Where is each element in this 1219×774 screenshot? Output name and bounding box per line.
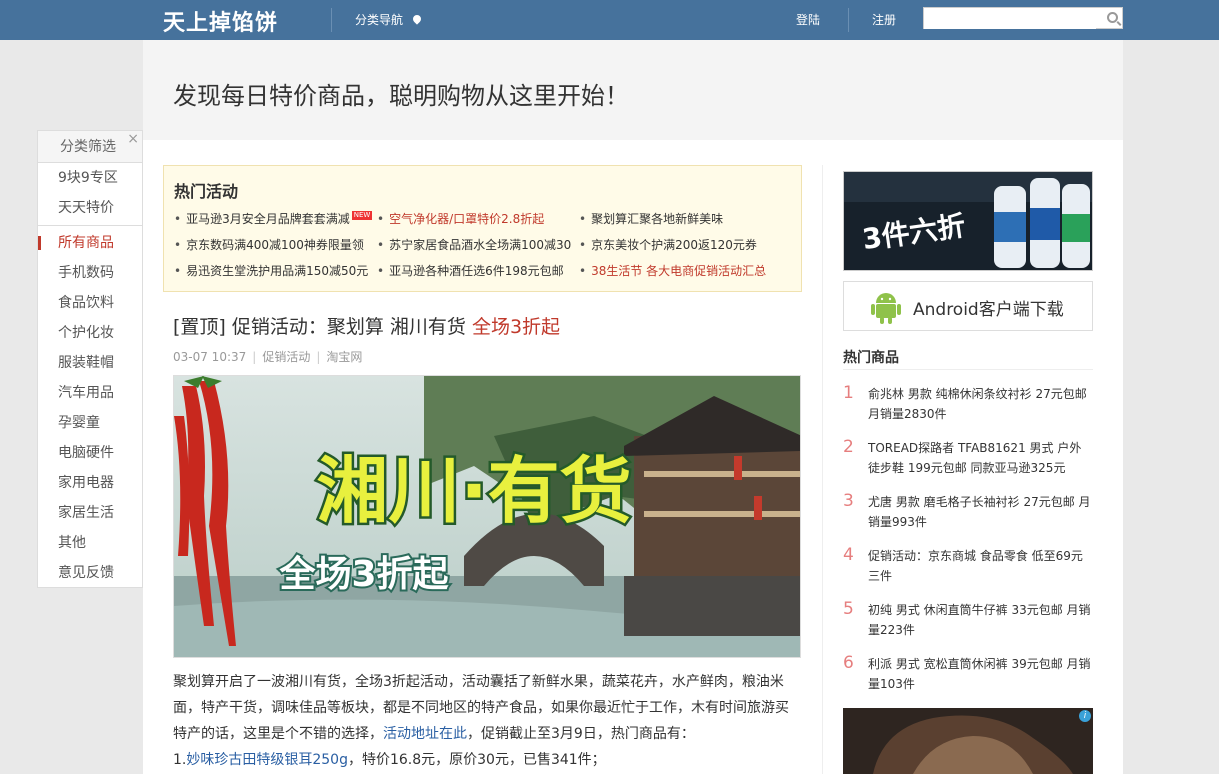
hot-activity-box: 热门活动 亚马逊3月安全月品牌套套满减NEW 空气净化器/口罩特价2.8折起 聚… [163, 165, 802, 292]
sidebar-item-digital[interactable]: 手机数码 [38, 258, 142, 288]
sidebar-item-9kuai9[interactable]: 9块9专区 [38, 163, 142, 193]
goods-rank: 2 [843, 437, 854, 457]
hot-activity-item[interactable]: 亚马逊3月安全月品牌套套满减NEW [174, 210, 373, 227]
hot-activity-title: 热门活动 [174, 182, 239, 201]
article-body-text: ，促销截止至3月9日，热门商品有： [467, 726, 695, 742]
banner-image-title: 湘川·有货 [316, 449, 631, 533]
goods-rank: 3 [843, 491, 854, 511]
top-navbar: 天上掉馅饼 分类导航 登陆 注册 [0, 0, 1219, 40]
android-download-banner[interactable]: Android客户端下载 [843, 281, 1093, 331]
sidebar-item-daily-deals[interactable]: 天天特价 [38, 193, 142, 223]
goods-text: 利派 男式 宽松直筒休闲裤 39元包邮 月销量103件 [868, 657, 1091, 691]
divider [848, 8, 849, 32]
slogan-text: 发现每日特价商品，聪明购物从这里开始！ [173, 82, 629, 110]
goods-rank: 5 [843, 599, 854, 619]
sidebar-item-food[interactable]: 食品饮料 [38, 288, 142, 318]
sidebar-item-other[interactable]: 其他 [38, 528, 142, 558]
divider [38, 225, 142, 226]
hot-activity-item[interactable]: 亚马逊各种酒任选6件198元包邮 [377, 262, 564, 279]
article-date: 03-07 10:37 [173, 350, 247, 364]
hot-activity-item[interactable]: 易迅资生堂洗护用品满150减50元 [174, 262, 368, 279]
sidebar-item-hardware[interactable]: 电脑硬件 [38, 438, 142, 468]
goods-text: TOREAD探路者 TFAB81621 男式 户外徒步鞋 199元包邮 同款亚马… [868, 441, 1082, 475]
register-link[interactable]: 注册 [872, 11, 896, 28]
sidebar-item-cosmetics[interactable]: 个护化妆 [38, 318, 142, 348]
article-item-number: 1. [173, 752, 187, 768]
article-title-text: [置顶] 促销活动：聚划算 湘川有货 [173, 316, 466, 338]
android-download-label: Android客户端下载 [913, 300, 1064, 320]
search-box [923, 7, 1123, 29]
hot-activity-item[interactable]: 苏宁家居食品酒水全场满100减30 [377, 236, 571, 253]
goods-text: 尤唐 男款 磨毛格子长袖衬衫 27元包邮 月销量993件 [868, 495, 1091, 529]
search-icon[interactable] [1107, 12, 1118, 23]
sidebar-item-clothing[interactable]: 服装鞋帽 [38, 348, 142, 378]
hot-activity-item[interactable]: 38生活节 各大电商促销活动汇总 [579, 262, 766, 279]
goods-rank: 1 [843, 383, 854, 403]
promo-ad[interactable]: 3件六折 [843, 171, 1093, 271]
hot-activity-item[interactable]: 聚划算汇聚各地新鲜美味 [579, 210, 723, 227]
article-source-link[interactable]: 淘宝网 [326, 350, 362, 364]
activity-address-link[interactable]: 活动地址在此 [383, 726, 467, 742]
search-input[interactable] [924, 9, 1096, 29]
sidebar-item-all[interactable]: 所有商品 [38, 228, 142, 258]
sidebar-item-home[interactable]: 家居生活 [38, 498, 142, 528]
hot-goods-title: 热门商品 [843, 350, 899, 366]
goods-rank: 4 [843, 545, 854, 565]
hot-activity-item[interactable]: 空气净化器/口罩特价2.8折起 [377, 210, 544, 227]
banner-image-subtitle: 全场3折起 [278, 553, 449, 595]
slogan-banner: 发现每日特价商品，聪明购物从这里开始！ [143, 40, 1123, 140]
location-pin-icon [411, 13, 423, 25]
column-divider [822, 165, 823, 774]
article-item-text: ，特价16.8元，原价30元，已售341件； [347, 752, 606, 768]
sidebar-item-baby[interactable]: 孕婴童 [38, 408, 142, 438]
sidebar-item-appliances[interactable]: 家用电器 [38, 468, 142, 498]
divider [843, 369, 1093, 370]
ad-info-icon[interactable]: i [1079, 710, 1091, 722]
main-container: 发现每日特价商品，聪明购物从这里开始！ 热门活动 亚马逊3月安全月品牌套套满减N… [143, 40, 1123, 774]
close-icon[interactable]: × [127, 131, 139, 147]
article-meta: 03-07 10:37 | 促销活动 | 淘宝网 [173, 350, 363, 364]
product-link[interactable]: 妙味珍古田特级银耳250g [186, 752, 348, 768]
android-icon [871, 293, 901, 324]
goods-text: 初纯 男式 休闲直筒牛仔裤 33元包邮 月销量223件 [868, 603, 1091, 637]
goods-text: 俞兆林 男款 纯棉休闲条纹衬衫 27元包邮 月销量2830件 [868, 387, 1087, 421]
article-title-highlight: 全场3折起 [471, 316, 561, 338]
hot-activity-item[interactable]: 京东数码满400减100神券限量领 [174, 236, 364, 253]
category-nav-label: 分类导航 [355, 13, 404, 27]
article-title[interactable]: [置顶] 促销活动：聚划算 湘川有货 全场3折起 [173, 312, 560, 339]
article-body: 聚划算开启了一波湘川有货，全场3折起活动，活动囊括了新鲜水果，蔬菜花卉，水产鲜肉… [173, 669, 798, 773]
article-banner-image[interactable]: 湘川·有货 全场3折起 [173, 375, 801, 658]
login-link[interactable]: 登陆 [796, 11, 820, 28]
goods-rank: 6 [843, 653, 854, 673]
article-category-link[interactable]: 促销活动 [262, 350, 310, 364]
category-filter-sidebar: 分类筛选 × 9块9专区 天天特价 所有商品 手机数码 食品饮料 个护化妆 服装… [37, 130, 143, 588]
divider [331, 8, 332, 32]
sidebar-item-auto[interactable]: 汽车用品 [38, 378, 142, 408]
bottom-ad-graphic [843, 708, 1093, 774]
bottom-ad[interactable]: i [843, 708, 1093, 774]
article-banner-graphic: 湘川·有货 全场3折起 [174, 376, 800, 657]
category-nav-link[interactable]: 分类导航 [355, 11, 423, 28]
new-badge: NEW [351, 211, 373, 220]
site-logo[interactable]: 天上掉馅饼 [163, 5, 278, 37]
promo-ad-graphic: 3件六折 [844, 172, 1092, 270]
sidebar-item-feedback[interactable]: 意见反馈 [38, 558, 142, 588]
goods-text: 促销活动：京东商城 食品零食 低至69元三件 [868, 549, 1083, 583]
hot-activity-item[interactable]: 京东美妆个护满200返120元券 [579, 236, 757, 253]
